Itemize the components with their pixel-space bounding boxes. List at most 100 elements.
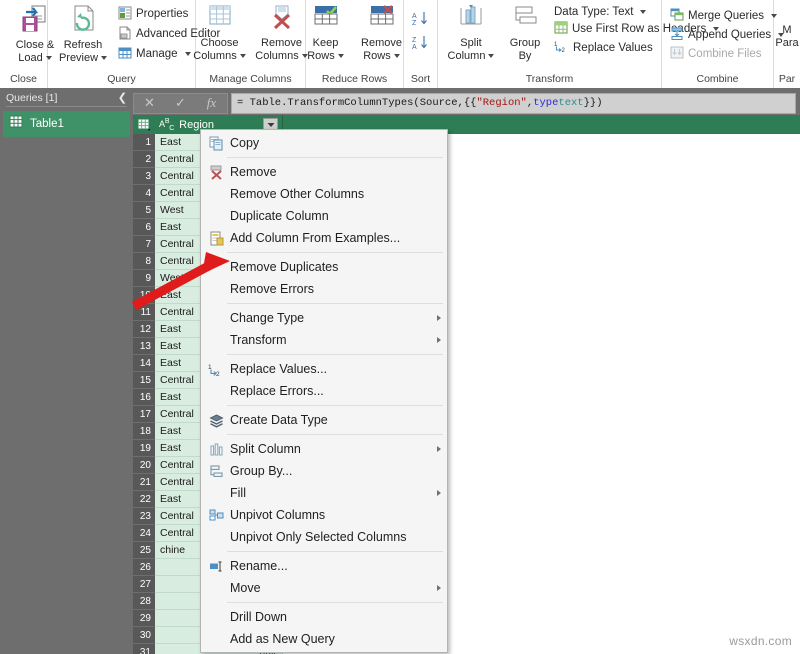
menu-group-by[interactable]: Group By... [201, 460, 447, 482]
row-number[interactable]: 1 [133, 134, 155, 151]
row-number[interactable]: 4 [133, 185, 155, 202]
row-number[interactable]: 22 [133, 491, 155, 508]
formula-keyword: type [533, 97, 558, 109]
row-number[interactable]: 29 [133, 610, 155, 627]
add-column-examples-icon [205, 231, 227, 246]
row-number[interactable]: 16 [133, 389, 155, 406]
row-number[interactable]: 31 [133, 644, 155, 654]
row-number[interactable]: 11 [133, 304, 155, 321]
sort-ascending-button[interactable]: A Z [408, 8, 433, 32]
row-number[interactable]: 12 [133, 321, 155, 338]
menu-remove-other-columns[interactable]: Remove Other Columns [201, 183, 447, 205]
row-number[interactable]: 2 [133, 151, 155, 168]
row-number[interactable]: 5 [133, 202, 155, 219]
formula-string: "Region" [476, 97, 526, 109]
chevron-left-icon[interactable]: ❮ [118, 93, 127, 104]
menu-transform[interactable]: Transform [201, 329, 447, 351]
row-number[interactable]: 14 [133, 355, 155, 372]
row-number[interactable]: 6 [133, 219, 155, 236]
accept-icon[interactable]: ✓ [165, 94, 196, 113]
row-number[interactable]: 26 [133, 559, 155, 576]
combine-files-button: Combine Files [666, 44, 788, 63]
headers-icon [554, 21, 568, 37]
menu-move[interactable]: Move [201, 577, 447, 599]
row-number[interactable]: 24 [133, 525, 155, 542]
remove-rows-caret-icon[interactable] [394, 54, 400, 58]
keep-rows-button[interactable]: Keep Rows [299, 2, 353, 64]
column-context-menu: Copy RemoveRemove Other ColumnsDuplicate … [200, 129, 448, 653]
menu-remove-duplicates[interactable]: Remove Duplicates [201, 256, 447, 278]
menu-create-data-type[interactable]: Create Data Type [201, 409, 447, 431]
split-column-icon [455, 4, 487, 37]
merge-queries-button[interactable]: Merge Queries [666, 6, 788, 25]
menu-replace-errors[interactable]: Replace Errors... [201, 380, 447, 402]
manage-parameters-button[interactable]: M Para [774, 2, 800, 51]
row-number[interactable]: 28 [133, 593, 155, 610]
sidebar-item-table1[interactable]: Table1 [3, 111, 130, 137]
refresh-preview-caret-icon[interactable] [101, 56, 107, 60]
remove-rows-icon [367, 4, 397, 37]
menu-drill-down[interactable]: Drill Down [201, 606, 447, 628]
fx-icon[interactable]: fx [196, 94, 227, 113]
menu-duplicate-column[interactable]: Duplicate Column [201, 205, 447, 227]
remove-columns-label-2: Columns [255, 50, 298, 62]
remove-rows-button[interactable]: Remove Rows [353, 2, 411, 64]
row-number[interactable]: 23 [133, 508, 155, 525]
menu-add-as-new-query[interactable]: Add as New Query [201, 628, 447, 650]
row-number[interactable]: 9 [133, 270, 155, 287]
ribbon-toolbar: Close & Load Close Refresh Preview [0, 0, 800, 89]
formula-input[interactable]: = Table.TransformColumnTypes(Source,{{"R… [231, 93, 796, 114]
menu-item-label: Replace Values... [227, 362, 441, 376]
row-number[interactable]: 17 [133, 406, 155, 423]
row-number[interactable]: 8 [133, 253, 155, 270]
menu-fill[interactable]: Fill [201, 482, 447, 504]
menu-change-type[interactable]: Change Type [201, 307, 447, 329]
data-type-caret-icon[interactable] [640, 10, 646, 14]
row-number[interactable]: 18 [133, 423, 155, 440]
row-number[interactable]: 15 [133, 372, 155, 389]
combine-files-icon [670, 46, 684, 62]
close-and-load-icon [20, 4, 50, 39]
choose-columns-caret-icon[interactable] [240, 54, 246, 58]
keep-rows-caret-icon[interactable] [338, 54, 344, 58]
refresh-icon [68, 4, 98, 39]
choose-columns-button[interactable]: Choose Columns [189, 2, 251, 64]
row-number[interactable]: 19 [133, 440, 155, 457]
ribbon-group-transform: Split Column Group By Data Type: Text [438, 0, 662, 88]
row-number[interactable]: 10 [133, 287, 155, 304]
row-number[interactable]: 3 [133, 168, 155, 185]
split-column-caret-icon[interactable] [488, 54, 494, 58]
menu-unpivot-only-selected-columns[interactable]: Unpivot Only Selected Columns [201, 526, 447, 548]
menu-rename[interactable]: Rename... [201, 555, 447, 577]
row-number[interactable]: 27 [133, 576, 155, 593]
row-number[interactable]: 21 [133, 474, 155, 491]
split-column-button[interactable]: Split Column [442, 2, 500, 64]
select-all-table-icon[interactable] [133, 115, 155, 134]
manage-parameters-label-2: Para [775, 37, 798, 50]
menu-separator [227, 405, 443, 406]
cancel-icon[interactable]: ✕ [134, 94, 165, 113]
row-number[interactable]: 30 [133, 627, 155, 644]
row-number[interactable]: 20 [133, 457, 155, 474]
create-data-type-icon [205, 413, 227, 428]
submenu-arrow-icon [437, 315, 441, 321]
row-number[interactable]: 7 [133, 236, 155, 253]
refresh-preview-button[interactable]: Refresh Preview [52, 2, 114, 66]
menu-remove-errors[interactable]: Remove Errors [201, 278, 447, 300]
menu-separator [227, 434, 443, 435]
keep-rows-label-1: Keep [313, 37, 339, 50]
group-by-button[interactable]: Group By [500, 2, 550, 64]
row-number[interactable]: 25 [133, 542, 155, 559]
menu-replace-values[interactable]: 12Replace Values... [201, 358, 447, 380]
ribbon-group-label-reduce-rows: Reduce Rows [310, 72, 399, 88]
menu-unpivot-columns[interactable]: Unpivot Columns [201, 504, 447, 526]
menu-remove[interactable]: Remove [201, 161, 447, 183]
sort-descending-button[interactable]: Z A [408, 32, 433, 56]
append-queries-button[interactable]: Append Queries [666, 25, 788, 44]
menu-copy[interactable]: Copy [201, 132, 447, 154]
menu-add-column-from-examples[interactable]: Add Column From Examples... [201, 227, 447, 249]
formula-type: text [558, 97, 583, 109]
ribbon-group-reduce-rows: Keep Rows Remove Rows Reduce [306, 0, 404, 88]
menu-split-column[interactable]: Split Column [201, 438, 447, 460]
row-number[interactable]: 13 [133, 338, 155, 355]
